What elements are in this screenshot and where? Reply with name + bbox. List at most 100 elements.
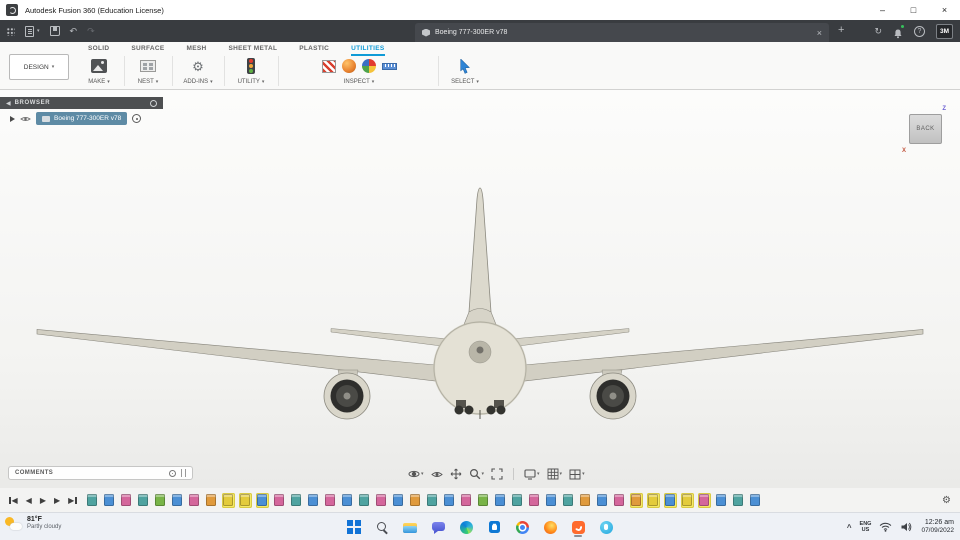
timeline-feature-3[interactable]: [120, 493, 133, 508]
timeline-feature-14[interactable]: [307, 493, 320, 508]
timeline-feature-22[interactable]: [443, 493, 456, 508]
timeline-feature-24[interactable]: [477, 493, 490, 508]
volume-icon[interactable]: [900, 522, 913, 532]
visibility-eye-icon[interactable]: [20, 115, 31, 123]
viewcube-face-back[interactable]: BACK: [909, 114, 942, 144]
comments-indicator-icon[interactable]: [169, 469, 176, 477]
timeline-feature-32[interactable]: [613, 493, 626, 508]
file-menu-icon[interactable]: [25, 25, 34, 37]
timeline-feature-1[interactable]: [86, 493, 99, 508]
timeline-feature-29[interactable]: [562, 493, 575, 508]
taskbar-app-file-explorer[interactable]: [401, 517, 419, 537]
tab-sheet-metal[interactable]: SHEET METAL: [229, 45, 278, 56]
timeline-feature-8[interactable]: [205, 493, 218, 508]
minimize-button[interactable]: –: [867, 0, 898, 20]
group-select-label[interactable]: SELECT ▾: [442, 79, 488, 85]
3d-print-icon[interactable]: [91, 59, 107, 73]
section-analysis-icon[interactable]: [321, 59, 336, 73]
undo-icon[interactable]: ↶: [70, 26, 78, 36]
zoom-icon[interactable]: ▾: [469, 468, 484, 480]
look-at-icon[interactable]: [430, 470, 443, 479]
timeline-feature-23[interactable]: [460, 493, 473, 508]
timeline-feature-7[interactable]: [188, 493, 201, 508]
engine-right[interactable]: [589, 372, 637, 420]
group-addins-label[interactable]: ADD-INS ▾: [176, 79, 220, 85]
document-tab-close-icon[interactable]: ×: [817, 28, 822, 38]
timeline-feature-19[interactable]: [392, 493, 405, 508]
group-utility-label[interactable]: UTILITY ▾: [228, 79, 274, 85]
browser-options-icon[interactable]: [150, 99, 157, 107]
expand-arrow-icon[interactable]: [10, 115, 15, 122]
timeline-feature-39[interactable]: [732, 493, 745, 508]
timeline-feature-37[interactable]: [697, 492, 711, 508]
vertical-stabilizer[interactable]: [462, 187, 498, 328]
wifi-icon[interactable]: [879, 522, 892, 532]
timeline-feature-26[interactable]: [511, 493, 524, 508]
timeline-feature-30[interactable]: [579, 493, 592, 508]
browser-root-row[interactable]: Boeing 777-300ER v78: [10, 112, 163, 125]
timeline-feature-4[interactable]: [137, 493, 150, 508]
select-cursor-icon[interactable]: [459, 58, 471, 74]
viewcube[interactable]: Z BACK X: [902, 106, 949, 154]
taskbar-app-fusion-360[interactable]: [569, 517, 587, 537]
timeline-feature-34[interactable]: [646, 492, 660, 508]
timeline-feature-21[interactable]: [426, 493, 439, 508]
orbit-icon[interactable]: ▾: [408, 468, 424, 480]
workspace-selector-button[interactable]: DESIGN ▾: [9, 54, 69, 80]
help-icon[interactable]: ?: [914, 25, 925, 37]
timeline-go-to-start-button[interactable]: ◀: [9, 496, 18, 505]
language-indicator[interactable]: ENG US: [860, 521, 872, 534]
scripts-addins-icon[interactable]: ⚙: [192, 60, 204, 73]
close-button[interactable]: ×: [929, 0, 960, 20]
timeline-feature-40[interactable]: [749, 493, 762, 508]
timeline-feature-33[interactable]: [629, 492, 643, 508]
timeline-feature-27[interactable]: [528, 493, 541, 508]
nest-sheet-icon[interactable]: [140, 60, 156, 72]
timeline-feature-35[interactable]: [663, 492, 677, 508]
group-inspect-label[interactable]: INSPECT ▾: [284, 79, 434, 85]
taskbar-weather-widget[interactable]: 81°F Partly cloudy: [5, 516, 61, 532]
timeline-feature-5[interactable]: [154, 493, 167, 508]
display-settings-icon[interactable]: ▾: [524, 468, 540, 480]
utility-traffic-light-icon[interactable]: [247, 58, 255, 74]
taskbar-app-chrome[interactable]: [513, 517, 531, 537]
timeline-feature-12[interactable]: [273, 493, 286, 508]
user-avatar[interactable]: 3M: [936, 23, 953, 39]
tab-plastic[interactable]: PLASTIC: [299, 45, 329, 56]
browser-collapse-icon[interactable]: ◀: [6, 100, 11, 107]
taskbar-app-edge[interactable]: [457, 517, 475, 537]
tray-overflow-chevron-icon[interactable]: ^: [847, 523, 852, 532]
timeline-step-back-button[interactable]: ◀: [26, 496, 32, 505]
timeline-feature-10[interactable]: [238, 492, 252, 508]
timeline-feature-16[interactable]: [341, 493, 354, 508]
browser-header[interactable]: ◀ BROWSER: [0, 97, 163, 109]
tab-solid[interactable]: SOLID: [88, 45, 109, 56]
fit-view-icon[interactable]: [491, 468, 503, 480]
grid-snaps-icon[interactable]: ▾: [547, 468, 562, 480]
notifications-bell-icon[interactable]: [893, 24, 904, 38]
timeline-go-to-end-button[interactable]: ▶: [68, 496, 77, 505]
file-menu-caret-icon[interactable]: ▾: [37, 28, 40, 34]
timeline-feature-11[interactable]: [255, 492, 269, 508]
timeline-feature-17[interactable]: [358, 493, 371, 508]
timeline-settings-gear-icon[interactable]: ⚙: [933, 495, 960, 506]
document-tab[interactable]: Boeing 777-300ER v78 ×: [415, 23, 829, 42]
maximize-button[interactable]: □: [898, 0, 929, 20]
timeline-play-button[interactable]: ▶: [40, 496, 46, 505]
timeline-feature-38[interactable]: [715, 493, 728, 508]
app-grid-icon[interactable]: [6, 26, 15, 36]
taskbar-app-firefox[interactable]: [541, 517, 559, 537]
timeline-feature-28[interactable]: [545, 493, 558, 508]
3d-viewport-canvas[interactable]: [0, 90, 960, 488]
timeline-feature-6[interactable]: [171, 493, 184, 508]
timeline-feature-9[interactable]: [221, 492, 235, 508]
taskbar-app-chat[interactable]: [429, 517, 447, 537]
job-status-sync-icon[interactable]: ↻: [874, 26, 882, 36]
timeline-feature-18[interactable]: [375, 493, 388, 508]
group-nest-label[interactable]: NEST ▾: [128, 79, 168, 85]
timeline-feature-15[interactable]: [324, 493, 337, 508]
timeline-step-forward-button[interactable]: ▶: [54, 496, 60, 505]
group-make-label[interactable]: MAKE ▾: [78, 79, 120, 85]
save-icon[interactable]: [49, 26, 60, 36]
pan-icon[interactable]: [450, 468, 462, 480]
